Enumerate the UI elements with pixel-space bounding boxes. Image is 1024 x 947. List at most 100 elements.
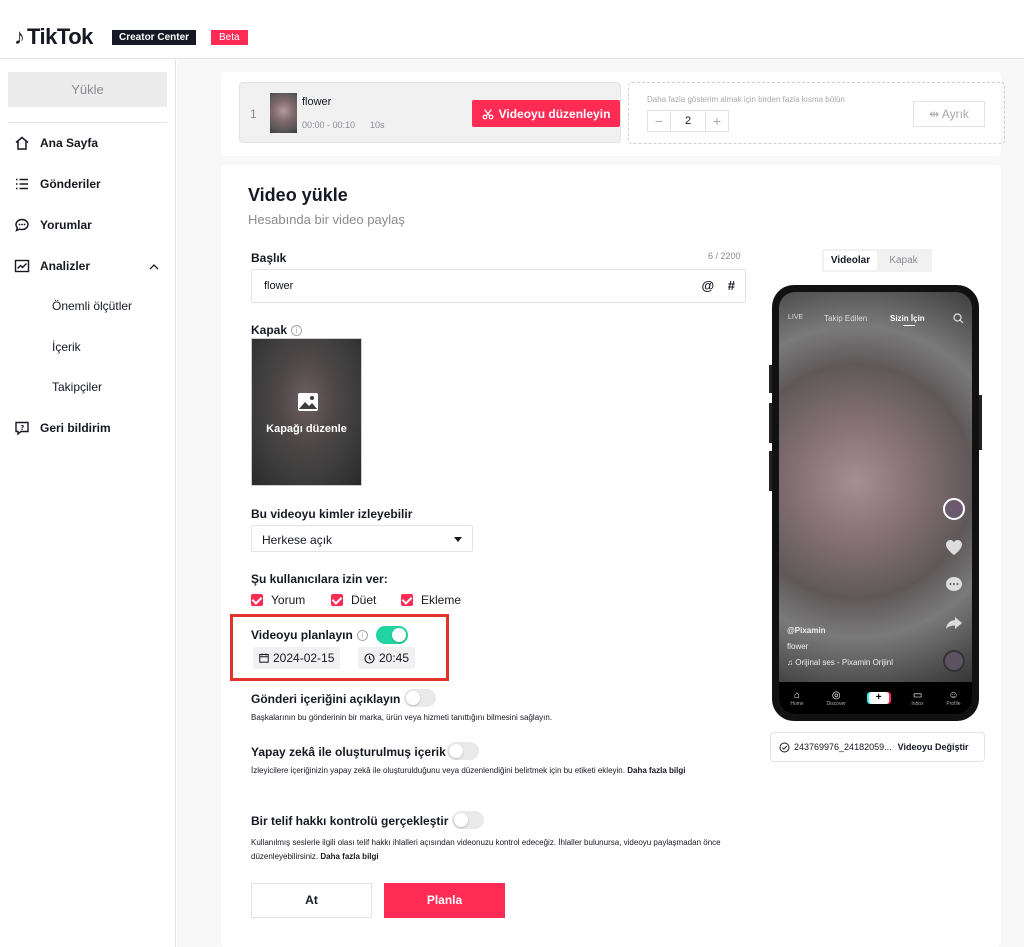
split-icon: ⇹: [929, 107, 942, 121]
sidebar-item-analytics[interactable]: Analizler: [14, 256, 90, 276]
ai-content-toggle[interactable]: [447, 742, 479, 760]
ai-label: Yapay zekâ ile oluşturulmuş içerik: [251, 745, 446, 759]
music-disc-icon: [943, 650, 965, 672]
nav-home: ⌂ Home: [790, 690, 803, 707]
mention-icon[interactable]: @: [701, 278, 714, 293]
copyright-description: Kullanılmış seslerle ilgili olası telif …: [251, 836, 731, 864]
beta-badge: Beta: [211, 30, 248, 45]
schedule-label: Videoyu planlayın i: [251, 628, 368, 642]
file-row: 1 flower 00:00 - 00:10 10s Videoyu düzen…: [239, 82, 621, 143]
top-bar: ♪ TikTok Creator Center Beta: [0, 0, 1024, 59]
screen-username: @Pixamin: [787, 626, 826, 635]
image-icon: [298, 393, 318, 411]
calendar-icon: [259, 653, 269, 663]
file-name: flower: [302, 96, 332, 108]
schedule-button[interactable]: Planla: [384, 883, 505, 918]
sidebar-item-feedback[interactable]: ? Geri bildirim: [14, 418, 111, 438]
schedule-toggle[interactable]: [376, 626, 408, 644]
sidebar-item-label: Gönderiler: [40, 177, 101, 191]
checkbox-checked-icon: [401, 594, 413, 606]
screen-side-actions: [943, 498, 969, 688]
sidebar-item-posts[interactable]: Gönderiler: [14, 174, 101, 194]
schedule-date-field[interactable]: 2024-02-15: [253, 647, 341, 669]
cover-editor[interactable]: Kapağı düzenle: [251, 338, 362, 486]
clock-icon: [364, 652, 375, 664]
plus-button[interactable]: +: [706, 111, 728, 131]
copyright-toggle[interactable]: [452, 811, 484, 829]
disclose-label: Gönderi içeriğini açıklayın: [251, 692, 401, 706]
phone-button: [769, 403, 772, 443]
main-area: 1 flower 00:00 - 00:10 10s Videoyu düzen…: [177, 59, 1024, 947]
nav-inbox-label: Inbox: [911, 700, 924, 707]
disclose-description: Başkalarının bu gönderinin bir marka, ür…: [251, 713, 553, 722]
checkbox-label: Yorum: [271, 593, 306, 607]
ai-learn-more-link[interactable]: Daha fazla bilgi: [627, 766, 685, 775]
minus-button[interactable]: −: [648, 111, 670, 131]
schedule-time-field[interactable]: 20:45: [358, 647, 416, 669]
tiktok-logo[interactable]: ♪ TikTok: [14, 26, 93, 48]
caption-label: Başlık: [251, 251, 287, 265]
allow-stitch-checkbox[interactable]: Ekleme: [401, 593, 461, 607]
compass-icon: ◎: [831, 689, 841, 701]
toggle-knob: [406, 691, 420, 705]
upload-form-card: Video yükle Hesabında bir video paylaş B…: [221, 165, 1001, 947]
disclose-toggle[interactable]: [404, 689, 436, 707]
split-hint: Daha fazla gösterim almak için birden fa…: [647, 95, 845, 104]
logo-text: TikTok: [27, 24, 93, 49]
privacy-select[interactable]: Herkese açık: [251, 525, 473, 552]
sidebar-item-label: Ana Sayfa: [40, 136, 99, 150]
nav-discover-label: Discover: [826, 700, 846, 707]
upload-button[interactable]: Yükle: [8, 72, 167, 107]
screen-bottom-nav: ⌂ Home ◎ Discover + ▭ Inbox ☺ Profile: [779, 682, 972, 714]
page-title: Video yükle: [248, 185, 348, 205]
sidebar-sub-followers[interactable]: Takipçiler: [52, 380, 102, 394]
screen-description: flower: [787, 642, 809, 651]
edit-video-label: Videoyu düzenleyin: [498, 106, 611, 121]
file-card: 1 flower 00:00 - 00:10 10s Videoyu düzen…: [221, 72, 1005, 156]
heart-icon: [943, 536, 965, 558]
split-box: Daha fazla gösterim almak için birden fa…: [628, 82, 1005, 144]
separate-button[interactable]: ⇹ Ayrık: [913, 101, 985, 127]
chevron-up-icon[interactable]: [148, 261, 160, 273]
for-you-tab: Sizin İçin: [890, 314, 925, 323]
sidebar-item-comments[interactable]: Yorumlar: [14, 215, 92, 235]
nav-home-label: Home: [790, 700, 804, 707]
toggle-knob: [392, 628, 406, 642]
screen-sound-text: Orijinal ses - Pixamin Orijinl: [795, 658, 894, 667]
sidebar-item-label: Yorumlar: [40, 218, 92, 232]
allow-duet-checkbox[interactable]: Düet: [331, 593, 376, 607]
comment-icon: [15, 218, 29, 232]
privacy-value: Herkese açık: [262, 533, 333, 547]
screen-sound: ♫ Orijinal ses - Pixamin Orijinl: [787, 658, 893, 667]
sidebar-sub-key-metrics[interactable]: Önemli ölçütler: [52, 299, 132, 313]
checkbox-checked-icon: [331, 594, 343, 606]
phone-button: [979, 395, 982, 450]
for-you-underline: [903, 325, 915, 326]
tab-videos[interactable]: Videolar: [824, 251, 877, 270]
privacy-label: Bu videoyu kimler izleyebilir: [251, 507, 413, 521]
sidebar-sub-content[interactable]: İçerik: [52, 340, 81, 354]
change-video-button[interactable]: Videoyu Değiştir: [898, 742, 969, 752]
avatar: [943, 498, 965, 520]
copyright-learn-more-link[interactable]: Daha fazla bilgi: [320, 852, 378, 861]
phone-screen: LIVE Takip Edilen Sizin İçin @Pixamin fl…: [779, 292, 972, 714]
caption-input[interactable]: flower @ #: [251, 269, 746, 303]
split-count[interactable]: 2: [670, 111, 706, 131]
sidebar-item-home[interactable]: Ana Sayfa: [14, 133, 98, 153]
caption-tools: @ #: [691, 278, 735, 293]
discard-button[interactable]: At: [251, 883, 372, 918]
allow-label: Şu kullanıcılara izin ver:: [251, 572, 388, 586]
split-stepper: − 2 +: [647, 110, 729, 132]
home-icon: ⌂: [794, 689, 801, 701]
tab-cover[interactable]: Kapak: [877, 251, 930, 270]
info-icon[interactable]: i: [356, 630, 368, 642]
checkbox-checked-icon: [251, 594, 263, 606]
creator-center-badge: Creator Center: [112, 30, 197, 45]
allow-comment-checkbox[interactable]: Yorum: [251, 593, 305, 607]
toggle-knob: [454, 813, 468, 827]
hashtag-icon[interactable]: #: [728, 278, 735, 293]
edit-video-button[interactable]: Videoyu düzenleyin: [472, 100, 620, 127]
sidebar: Yükle Ana Sayfa Gönderiler Yorumlar Anal…: [0, 59, 176, 947]
info-icon[interactable]: i: [291, 325, 303, 337]
sidebar-item-label: Analizler: [40, 259, 91, 273]
